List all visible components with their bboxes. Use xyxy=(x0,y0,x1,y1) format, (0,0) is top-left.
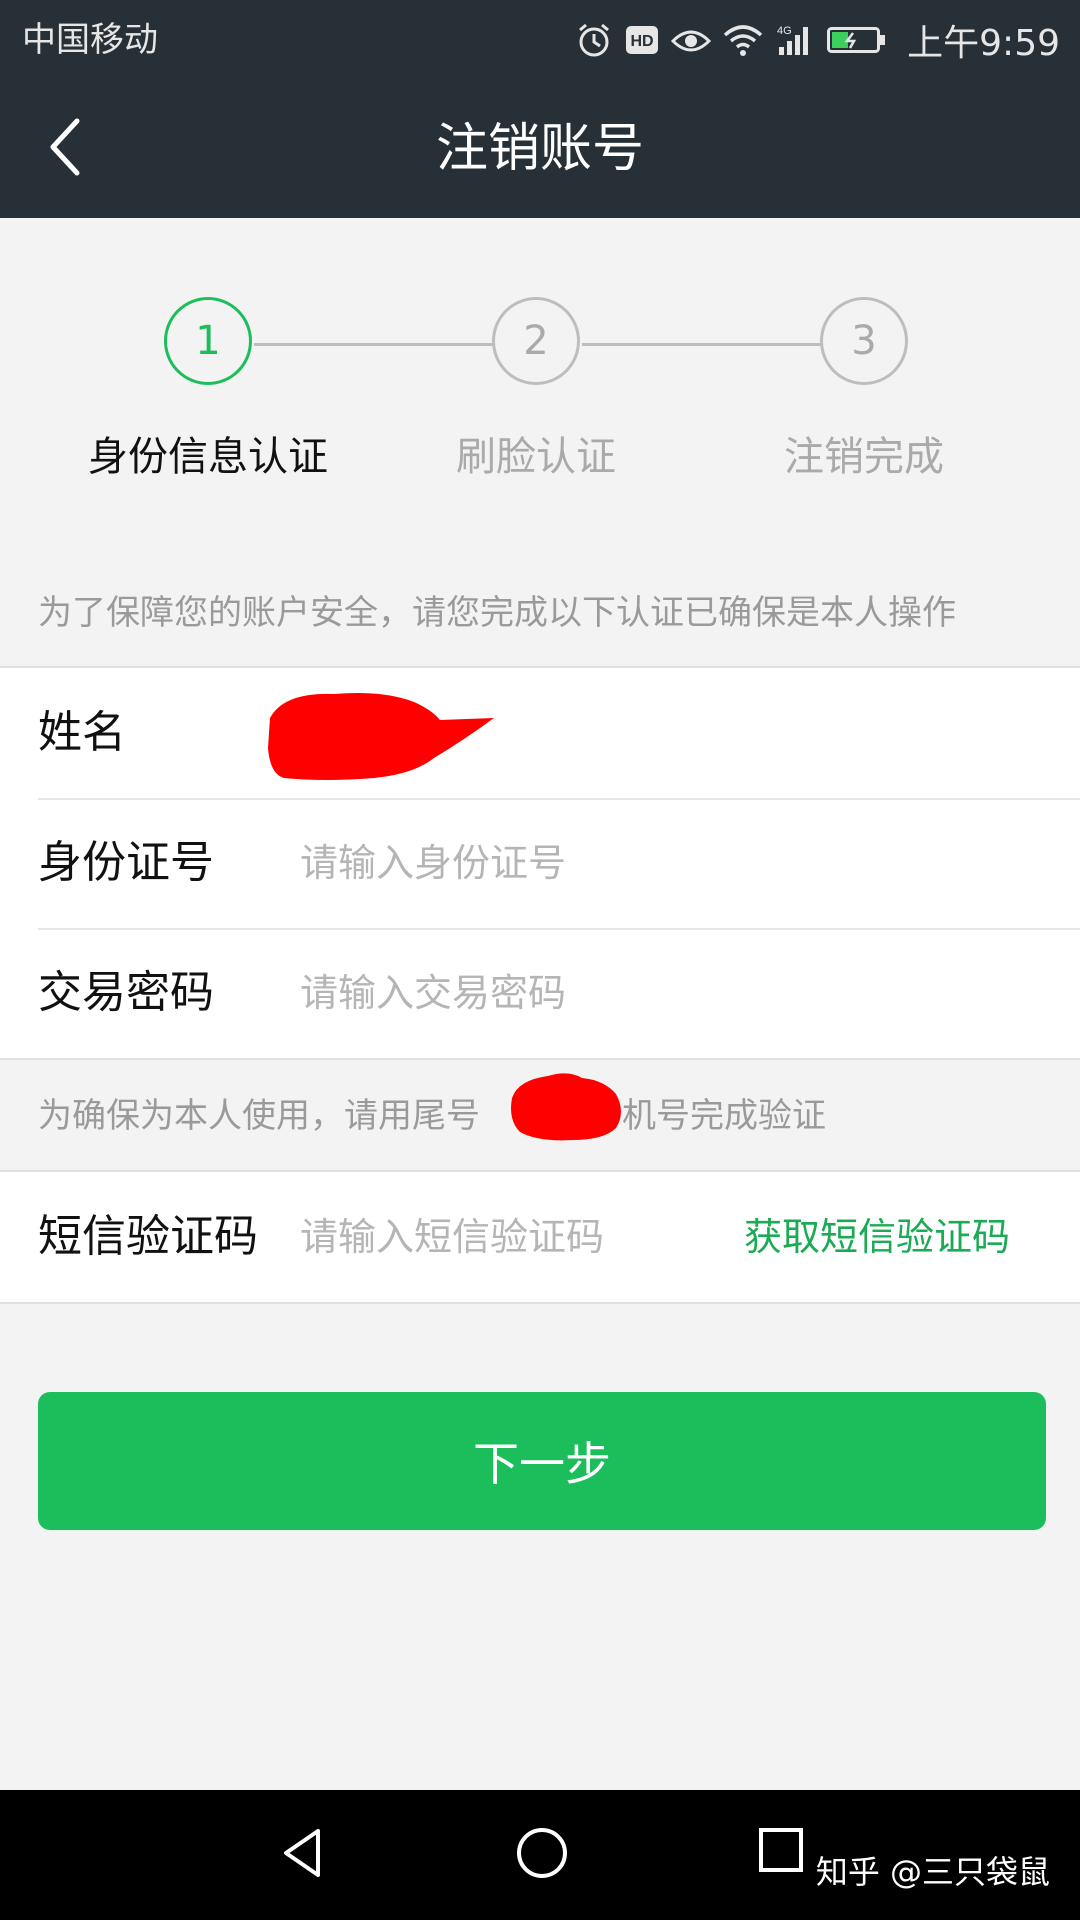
title-bar: 注销账号 xyxy=(0,80,1080,218)
status-time: 上午9:59 xyxy=(907,23,1060,64)
page-title: 注销账号 xyxy=(435,119,644,179)
sms-form: 短信验证码 获取短信验证码 xyxy=(0,1170,1080,1304)
redaction-mark xyxy=(268,693,494,780)
nav-back-icon xyxy=(272,1823,332,1887)
password-label: 交易密码 xyxy=(38,967,214,1018)
step-1-label: 身份信息认证 xyxy=(88,434,328,480)
svg-text:4G: 4G xyxy=(777,25,792,37)
name-row: 姓名 xyxy=(0,668,1080,798)
id-number-row: 身份证号 xyxy=(0,798,1080,928)
nav-home-icon xyxy=(512,1823,572,1887)
step-1-circle: 1 xyxy=(164,297,252,385)
nav-home-button[interactable] xyxy=(502,1815,582,1895)
next-step-button[interactable]: 下一步 xyxy=(38,1392,1046,1530)
get-sms-code-button[interactable]: 获取短信验证码 xyxy=(744,1172,1010,1302)
nav-back-button[interactable] xyxy=(262,1815,342,1895)
watermark: 知乎 @三只袋鼠 xyxy=(815,1853,1050,1891)
back-button[interactable] xyxy=(30,110,100,188)
chevron-left-icon xyxy=(45,115,85,183)
step-3-circle: 3 xyxy=(820,297,908,385)
eye-icon xyxy=(671,24,712,56)
password-input[interactable] xyxy=(300,953,740,1033)
step-connector xyxy=(254,343,494,346)
alarm-icon xyxy=(575,21,613,59)
carrier-name: 中国移动 xyxy=(22,20,158,60)
sms-row: 短信验证码 获取短信验证码 xyxy=(0,1172,1080,1302)
security-notice: 为了保障您的账户安全，请您完成以下认证已确保是本人操作 xyxy=(38,593,956,633)
battery-icon xyxy=(827,24,887,56)
password-row: 交易密码 xyxy=(0,928,1080,1058)
nav-recents-button[interactable] xyxy=(742,1815,822,1895)
verify-notice-prefix: 为确保为本人使用，请用尾号 xyxy=(38,1096,480,1136)
signal-icon: 4G xyxy=(775,23,815,57)
sms-code-input[interactable] xyxy=(300,1197,720,1277)
step-connector xyxy=(582,343,822,346)
name-label: 姓名 xyxy=(38,707,126,758)
step-2-label: 刷脸认证 xyxy=(456,434,616,480)
nav-recents-icon xyxy=(752,1823,812,1887)
step-indicator: 1 2 3 身份信息认证 刷脸认证 注销完成 xyxy=(0,218,1080,528)
step-2-circle: 2 xyxy=(492,297,580,385)
redaction-mark xyxy=(511,1073,621,1141)
hd-icon: HD xyxy=(625,25,659,55)
identity-form: 姓名 身份证号 交易密码 xyxy=(0,666,1080,1060)
wifi-icon xyxy=(723,23,763,57)
id-number-label: 身份证号 xyxy=(38,837,214,888)
step-3-label: 注销完成 xyxy=(784,434,944,480)
svg-text:HD: HD xyxy=(631,33,654,50)
status-bar: 中国移动 HD 4G 上午9:59 xyxy=(0,0,1080,80)
status-icons: HD 4G 上午9:59 xyxy=(575,16,1060,64)
sms-label: 短信验证码 xyxy=(38,1211,258,1262)
id-number-input[interactable] xyxy=(300,823,740,903)
